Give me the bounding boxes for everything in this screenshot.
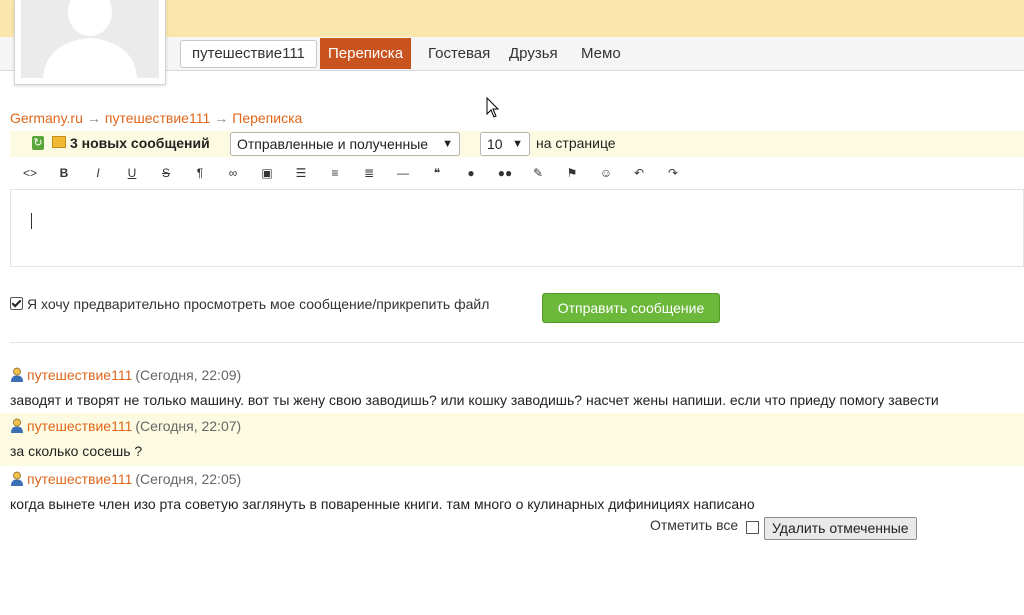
undo-icon[interactable]: ↶ (629, 164, 649, 182)
tab-memo[interactable]: Мемо (581, 38, 621, 69)
flag-icon[interactable]: ⚑ (562, 164, 582, 182)
profile-username-tab[interactable]: путешествие111 (180, 40, 317, 68)
underline-icon[interactable]: U (122, 164, 142, 182)
per-page-select[interactable]: 10 ▼ (480, 132, 530, 156)
tab-correspondence[interactable]: Переписка (320, 38, 412, 69)
chevron-down-icon: ▼ (442, 138, 453, 150)
editor-toolbar: <> B I U S ¶ ∞ ▣ ☰ ≡ ≣ — ❝ ● ●● ✎ ⚑ ☺ ↶ ↷ (10, 157, 1024, 190)
preview-option: Я хочу предварительно просмотреть мое со… (10, 296, 489, 312)
message-item: путешествие111 (Сегодня, 22:05) когда вын… (0, 466, 1024, 516)
code-icon[interactable]: <> (20, 164, 40, 182)
align-icon[interactable]: ≣ (359, 164, 379, 182)
per-page-value: 10 (487, 136, 503, 152)
breadcrumb-separator: → (214, 110, 229, 126)
quote-icon[interactable]: ❝ (427, 164, 447, 182)
tab-guestbook[interactable]: Гостевая (428, 38, 490, 69)
avatar[interactable] (14, 0, 166, 85)
chevron-down-icon: ▼ (512, 138, 523, 150)
bullet-list-icon[interactable]: ☰ (291, 164, 311, 182)
refresh-icon[interactable]: ↻ (32, 136, 44, 150)
bold-icon[interactable]: B (54, 164, 74, 182)
mark-all-label: Отметить все (650, 517, 739, 533)
user-icon[interactable]: ● (461, 164, 481, 182)
mark-all-checkbox[interactable] (746, 521, 759, 534)
breadcrumb: Germany.ru → путешествие111 → Переписка (10, 110, 302, 126)
message-header: путешествие111 (Сегодня, 22:09) (10, 367, 241, 383)
message-time: (Сегодня, 22:05) (135, 471, 242, 487)
link-icon[interactable]: ∞ (223, 164, 243, 182)
message-text: когда вынете член изо рта советую заглян… (10, 496, 755, 512)
users-icon[interactable]: ●● (495, 164, 515, 182)
horizontal-rule-icon[interactable]: — (393, 164, 413, 182)
user-icon (10, 367, 24, 382)
message-text: заводят и творят не только машину. вот т… (10, 392, 939, 408)
message-header: путешествие111 (Сегодня, 22:05) (10, 471, 241, 487)
message-time: (Сегодня, 22:07) (135, 418, 242, 434)
text-caret (31, 213, 32, 229)
mouse-pointer-icon (486, 96, 500, 122)
strikethrough-icon[interactable]: S (156, 164, 176, 182)
preview-checkbox[interactable] (10, 297, 23, 310)
chat-icon[interactable]: ✎ (528, 164, 548, 182)
new-messages-count: 3 новых сообщений (70, 135, 210, 151)
image-icon[interactable]: ▣ (257, 164, 277, 182)
message-item: путешествие111 (Сегодня, 22:09) заводят и… (0, 362, 1024, 412)
message-author-link[interactable]: путешествие111 (27, 418, 132, 434)
message-text: за сколько сосешь ? (10, 443, 143, 459)
paragraph-icon[interactable]: ¶ (190, 164, 210, 182)
message-filter-bar: ↻ 3 новых сообщений Отправленные и получ… (10, 131, 1024, 157)
user-icon (10, 471, 24, 486)
message-item: путешествие111 (Сегодня, 22:07) за скольк… (0, 413, 1024, 466)
message-editor[interactable] (10, 189, 1024, 267)
tab-friends[interactable]: Друзья (509, 38, 558, 69)
folder-select[interactable]: Отправленные и полученные ▼ (230, 132, 460, 156)
breadcrumb-user-link[interactable]: путешествие111 (105, 110, 210, 126)
avatar-placeholder-icon (21, 0, 159, 78)
numbered-list-icon[interactable]: ≡ (325, 164, 345, 182)
message-author-link[interactable]: путешествие111 (27, 471, 132, 487)
new-mail-icon (52, 136, 66, 148)
breadcrumb-correspondence-link[interactable]: Переписка (232, 110, 302, 126)
breadcrumb-separator: → (86, 110, 101, 126)
message-author-link[interactable]: путешествие111 (27, 367, 132, 383)
divider (10, 342, 1024, 343)
per-page-label: на странице (536, 135, 616, 151)
preview-label: Я хочу предварительно просмотреть мое со… (27, 296, 490, 312)
folder-select-value: Отправленные и полученные (237, 136, 429, 152)
message-time: (Сегодня, 22:09) (135, 367, 242, 383)
italic-icon[interactable]: I (88, 164, 108, 182)
user-icon (10, 418, 24, 433)
delete-marked-button[interactable]: Удалить отмеченные (764, 517, 917, 540)
redo-icon[interactable]: ↷ (663, 164, 683, 182)
smiley-icon[interactable]: ☺ (596, 164, 616, 182)
message-header: путешествие111 (Сегодня, 22:07) (10, 418, 241, 434)
send-message-button[interactable]: Отправить сообщение (542, 293, 720, 323)
breadcrumb-site-link[interactable]: Germany.ru (10, 110, 83, 126)
